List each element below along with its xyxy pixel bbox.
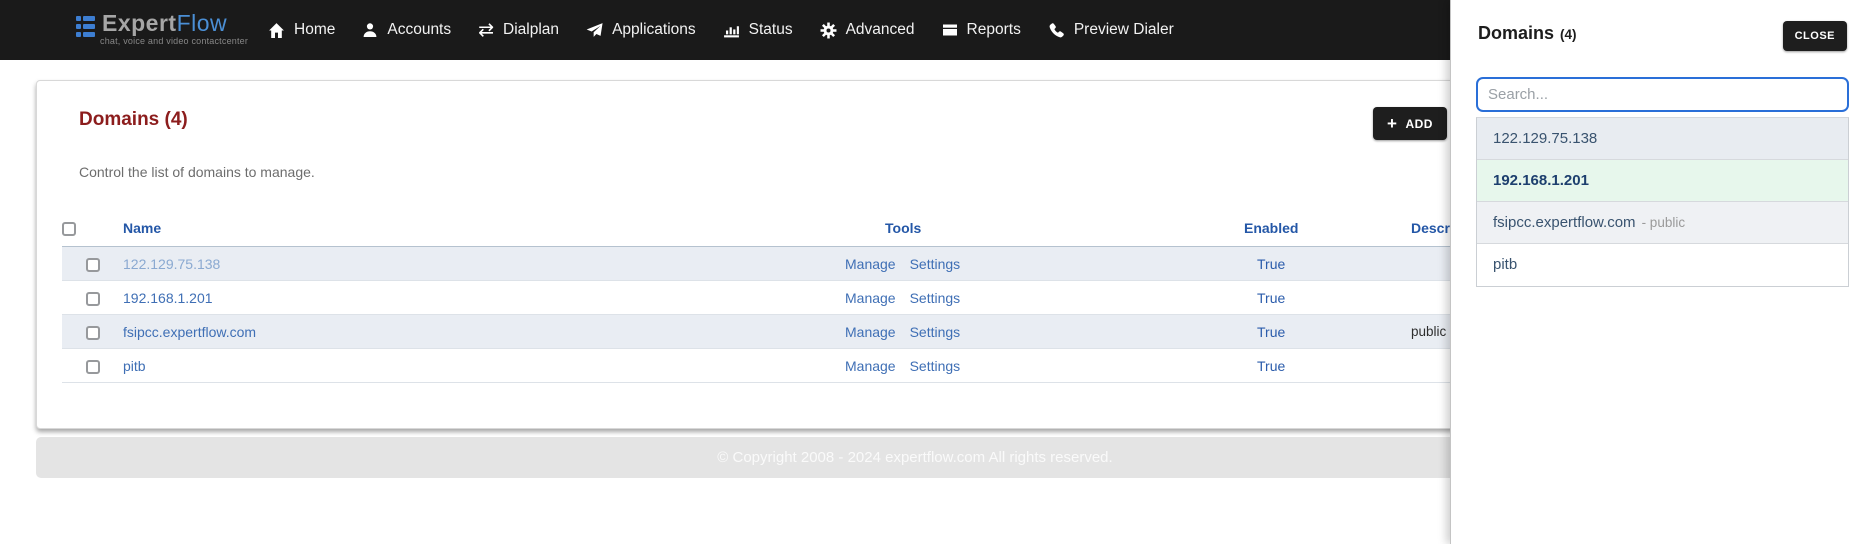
- column-header-enabled[interactable]: Enabled: [1225, 214, 1395, 248]
- home-icon: [268, 22, 285, 39]
- settings-link[interactable]: Settings: [910, 256, 961, 272]
- list-item[interactable]: pitb: [1477, 244, 1848, 286]
- nav-item-label: Accounts: [387, 21, 452, 38]
- list-item-label: fsipcc.expertflow.com: [1493, 214, 1636, 231]
- settings-link[interactable]: Settings: [910, 358, 961, 374]
- reports-icon: [942, 22, 958, 38]
- nav-item-applications[interactable]: Applications: [586, 21, 696, 39]
- domains-side-panel: Domains (4) CLOSE 122.129.75.138 192.168…: [1450, 0, 1856, 544]
- enabled-value: True: [1257, 289, 1286, 306]
- nav-item-home[interactable]: Home: [268, 21, 335, 39]
- row-checkbox[interactable]: [86, 325, 100, 340]
- add-button-label: ADD: [1405, 116, 1433, 131]
- select-all-cell: [62, 214, 110, 248]
- brand-name-flow: Flow: [176, 10, 228, 36]
- list-item[interactable]: 122.129.75.138: [1477, 118, 1848, 160]
- manage-link[interactable]: Manage: [845, 358, 896, 374]
- nav-item-reports[interactable]: Reports: [942, 21, 1021, 39]
- nav-item-dialplan[interactable]: ⇄ Dialplan: [478, 18, 560, 41]
- domain-quick-list: 122.129.75.138 192.168.1.201 fsipcc.expe…: [1476, 117, 1849, 287]
- plus-icon: +: [1387, 114, 1398, 133]
- dialplan-icon: ⇄: [478, 18, 495, 41]
- accounts-icon: [362, 22, 378, 38]
- domain-link[interactable]: fsipcc.expertflow.com: [123, 324, 256, 340]
- domain-link[interactable]: 192.168.1.201: [123, 290, 213, 306]
- nav-item-label: Applications: [612, 21, 696, 38]
- advanced-icon: [820, 22, 837, 39]
- nav-item-label: Reports: [966, 21, 1021, 38]
- manage-link[interactable]: Manage: [845, 256, 896, 272]
- panel-title: Domains (4): [1478, 23, 1577, 44]
- panel-title-text: Domains: [1478, 23, 1555, 43]
- list-item[interactable]: fsipcc.expertflow.com - public: [1477, 202, 1848, 244]
- search-input[interactable]: [1476, 77, 1849, 112]
- nav-item-label: Advanced: [845, 21, 915, 38]
- nav-item-label: Preview Dialer: [1073, 21, 1174, 38]
- row-checkbox[interactable]: [86, 359, 100, 374]
- manage-link[interactable]: Manage: [845, 290, 896, 306]
- row-checkbox[interactable]: [86, 257, 100, 272]
- add-button[interactable]: + ADD: [1373, 107, 1447, 140]
- domain-link[interactable]: pitb: [123, 358, 146, 374]
- select-all-checkbox[interactable]: [62, 222, 76, 237]
- row-checkbox[interactable]: [86, 291, 100, 306]
- nav-item-label: Home: [294, 21, 336, 38]
- main-nav: Home Accounts ⇄ Dialplan Applications St…: [268, 0, 1174, 60]
- brand-name-expert: Expert: [102, 10, 177, 36]
- enabled-value: True: [1257, 255, 1286, 272]
- settings-link[interactable]: Settings: [910, 290, 961, 306]
- enabled-value: True: [1257, 357, 1286, 374]
- list-item-selected[interactable]: 192.168.1.201: [1477, 160, 1848, 202]
- nav-item-advanced[interactable]: Advanced: [820, 21, 915, 39]
- list-item-label: 192.168.1.201: [1493, 172, 1589, 189]
- close-button[interactable]: CLOSE: [1782, 21, 1847, 51]
- nav-item-preview-dialer[interactable]: Preview Dialer: [1048, 21, 1174, 39]
- brand-logo-icon: [76, 16, 95, 37]
- page-title: Domains (4): [79, 109, 188, 130]
- panel-title-count: (4): [1560, 27, 1577, 42]
- list-item-label: 122.129.75.138: [1493, 130, 1598, 147]
- nav-item-label: Dialplan: [503, 21, 560, 38]
- enabled-value: True: [1257, 323, 1286, 340]
- list-item-label: pitb: [1493, 256, 1518, 273]
- brand-logo[interactable]: Expert Flow chat, voice and video contact…: [76, 10, 248, 46]
- preview-dialer-icon: [1048, 22, 1065, 39]
- manage-link[interactable]: Manage: [845, 324, 896, 340]
- applications-icon: [586, 22, 603, 39]
- nav-item-status[interactable]: Status: [723, 21, 793, 39]
- settings-link[interactable]: Settings: [910, 324, 961, 340]
- status-icon: [723, 22, 740, 39]
- page-description: Control the list of domains to manage.: [79, 164, 315, 180]
- column-header-tools[interactable]: Tools: [826, 214, 1225, 248]
- domain-link[interactable]: 122.129.75.138: [123, 256, 220, 272]
- column-header-name[interactable]: Name: [110, 214, 826, 248]
- nav-item-accounts[interactable]: Accounts: [362, 21, 451, 39]
- brand-tagline: chat, voice and video contactcenter: [100, 36, 249, 46]
- nav-item-label: Status: [748, 21, 793, 38]
- list-item-suffix: - public: [1641, 215, 1686, 230]
